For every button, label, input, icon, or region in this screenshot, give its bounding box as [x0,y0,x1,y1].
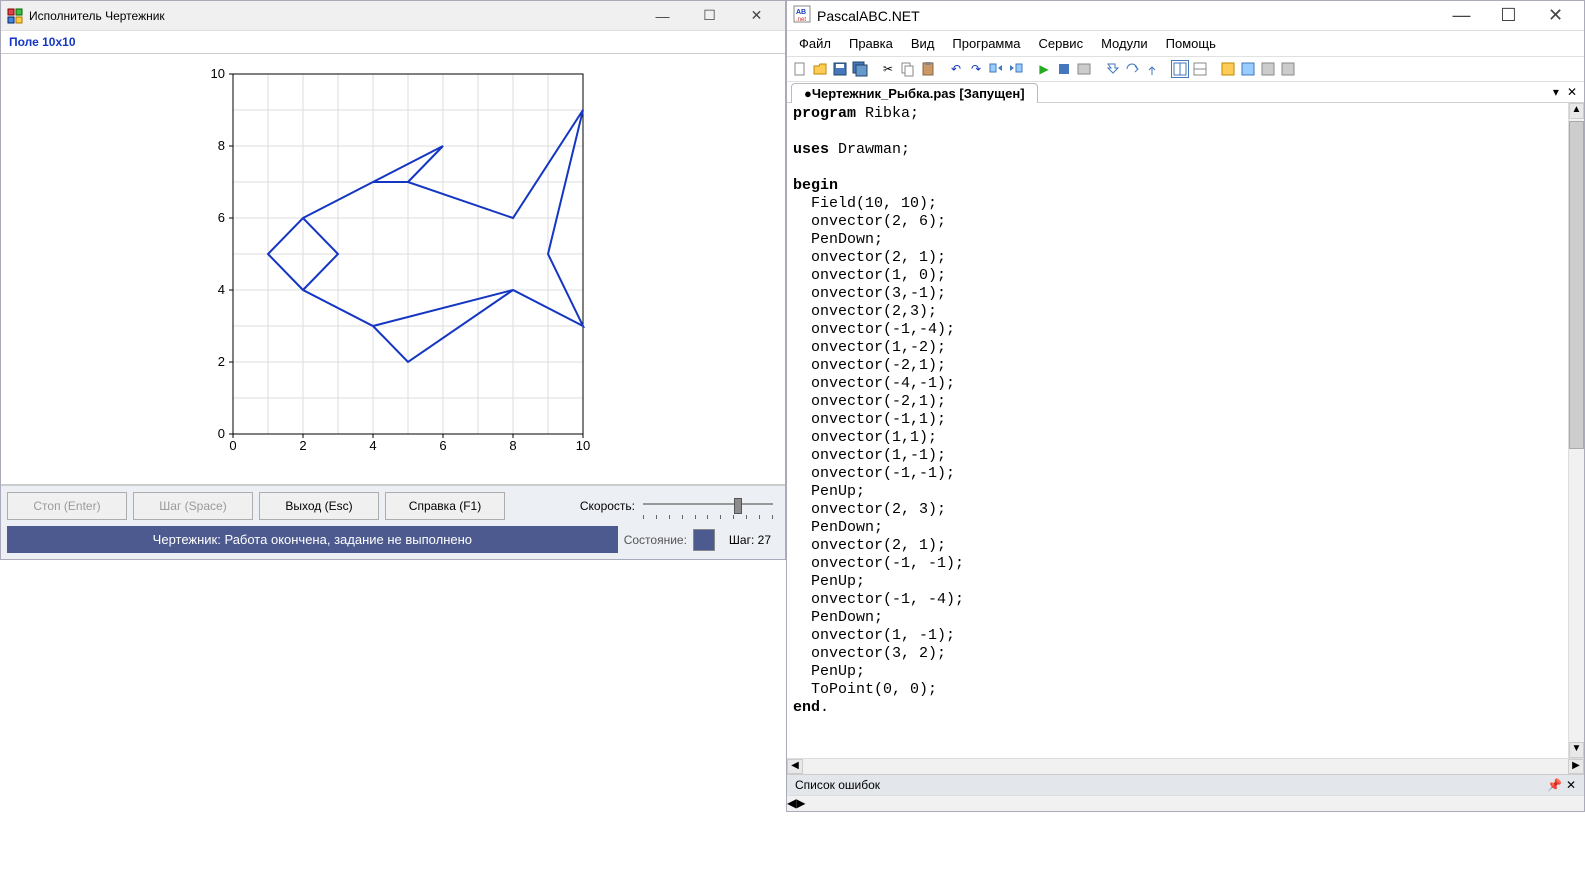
svg-text:10: 10 [576,438,590,453]
svg-text:AB: AB [796,9,806,16]
panel4-icon[interactable] [1279,60,1297,78]
run-icon[interactable]: ▶ [1035,60,1053,78]
minimize-button[interactable]: — [640,4,685,28]
close-button[interactable]: ✕ [734,4,779,28]
err-hscrollbar[interactable]: ◀▶ [787,795,1584,811]
speed-label: Скорость: [580,499,635,513]
menu-item-Сервис[interactable]: Сервис [1031,33,1092,54]
help-button[interactable]: Справка (F1) [385,492,505,520]
compile-icon[interactable] [1075,60,1093,78]
tab-file[interactable]: ●Чертежник_Рыбка.pas [Запущен] [791,83,1038,103]
menubar[interactable]: ФайлПравкаВидПрограммаСервисМодулиПомощь [787,31,1584,57]
panel3-icon[interactable] [1259,60,1277,78]
state-label: Состояние: [624,533,687,547]
svg-text:8: 8 [509,438,516,453]
bottom-panel: Стоп (Enter) Шаг (Space) Выход (Esc) Спр… [1,484,785,559]
panel2-icon[interactable] [1239,60,1257,78]
svg-text:6: 6 [218,210,225,225]
speed-slider[interactable] [643,497,773,515]
app-icon [7,8,23,24]
layout2-icon[interactable] [1191,60,1209,78]
step-over-icon[interactable] [1123,60,1141,78]
minimize-button[interactable]: — [1439,4,1484,28]
menu-item-Помощь[interactable]: Помощь [1158,33,1224,54]
pin-icon[interactable]: 📌 [1547,778,1562,792]
menu-item-Программа[interactable]: Программа [944,33,1028,54]
svg-text:2: 2 [299,438,306,453]
left-title: Исполнитель Чертежник [29,9,165,23]
svg-text:10: 10 [211,66,225,81]
toolbar[interactable]: ✂ ↶ ↷ ▶ [787,57,1584,82]
svg-text:4: 4 [218,282,225,297]
stop-button: Стоп (Enter) [7,492,127,520]
redo-icon[interactable]: ↷ [967,60,985,78]
menu-item-Правка[interactable]: Правка [841,33,901,54]
stop-icon[interactable] [1055,60,1073,78]
panel1-icon[interactable] [1219,60,1237,78]
svg-text:2: 2 [218,354,225,369]
code-area: program Ribka; uses Drawman; begin Field… [787,103,1584,758]
menu-item-Файл[interactable]: Файл [791,33,839,54]
svg-text:4: 4 [369,438,376,453]
close-button[interactable]: ✕ [1533,4,1578,28]
errors-header: Список ошибок [795,778,880,792]
nav-fwd-icon[interactable] [1007,60,1025,78]
tab-close-icon[interactable]: ✕ [1564,85,1580,99]
copy-icon[interactable] [899,60,917,78]
right-titlebar[interactable]: AB.net PascalABC.NET — ☐ ✕ [787,1,1584,31]
step-count: Шаг: 27 [721,533,779,547]
step-button: Шаг (Space) [133,492,253,520]
canvas-area: 0 2 4 6 8 10 0 2 4 6 8 10 [1,54,785,484]
svg-text:6: 6 [439,438,446,453]
svg-text:0: 0 [218,426,225,441]
nav-back-icon[interactable] [987,60,1005,78]
svg-text:0: 0 [229,438,236,453]
exit-button[interactable]: Выход (Esc) [259,492,379,520]
left-titlebar[interactable]: Исполнитель Чертежник — ☐ ✕ [1,1,785,31]
cut-icon[interactable]: ✂ [879,60,897,78]
vscrollbar[interactable]: ▲ ▼ [1568,103,1584,758]
menu-item-Модули[interactable]: Модули [1093,33,1156,54]
tab-dropdown-icon[interactable]: ▾ [1550,85,1562,99]
right-title-text: PascalABC.NET [817,8,920,24]
status-message: Чертежник: Работа окончена, задание не в… [7,526,618,553]
code-editor[interactable]: program Ribka; uses Drawman; begin Field… [787,103,1568,758]
drawing-canvas: 0 2 4 6 8 10 0 2 4 6 8 10 [193,64,593,464]
svg-text:.net: .net [796,17,806,23]
save-all-icon[interactable] [851,60,869,78]
save-icon[interactable] [831,60,849,78]
open-icon[interactable] [811,60,829,78]
panel-close-icon[interactable]: ✕ [1566,778,1576,792]
pascal-window: AB.net PascalABC.NET — ☐ ✕ ФайлПравкаВид… [786,0,1585,812]
step-into-icon[interactable] [1103,60,1121,78]
layout1-icon[interactable] [1171,60,1189,78]
state-swatch [693,529,715,551]
field-header: Поле 10x10 [1,31,785,54]
hscrollbar[interactable]: ◀▶ [787,758,1584,774]
undo-icon[interactable]: ↶ [947,60,965,78]
step-out-icon[interactable] [1143,60,1161,78]
tab-strip: ●Чертежник_Рыбка.pas [Запущен] ▾ ✕ [787,82,1584,103]
errors-panel: Список ошибок 📌 ✕ ◀▶ [787,774,1584,811]
pascal-icon: AB.net [793,5,811,26]
maximize-button[interactable]: ☐ [687,4,732,28]
new-file-icon[interactable] [791,60,809,78]
drawman-window: Исполнитель Чертежник — ☐ ✕ Поле 10x10 0… [0,0,786,560]
svg-text:8: 8 [218,138,225,153]
paste-icon[interactable] [919,60,937,78]
menu-item-Вид[interactable]: Вид [903,33,943,54]
maximize-button[interactable]: ☐ [1486,4,1531,28]
